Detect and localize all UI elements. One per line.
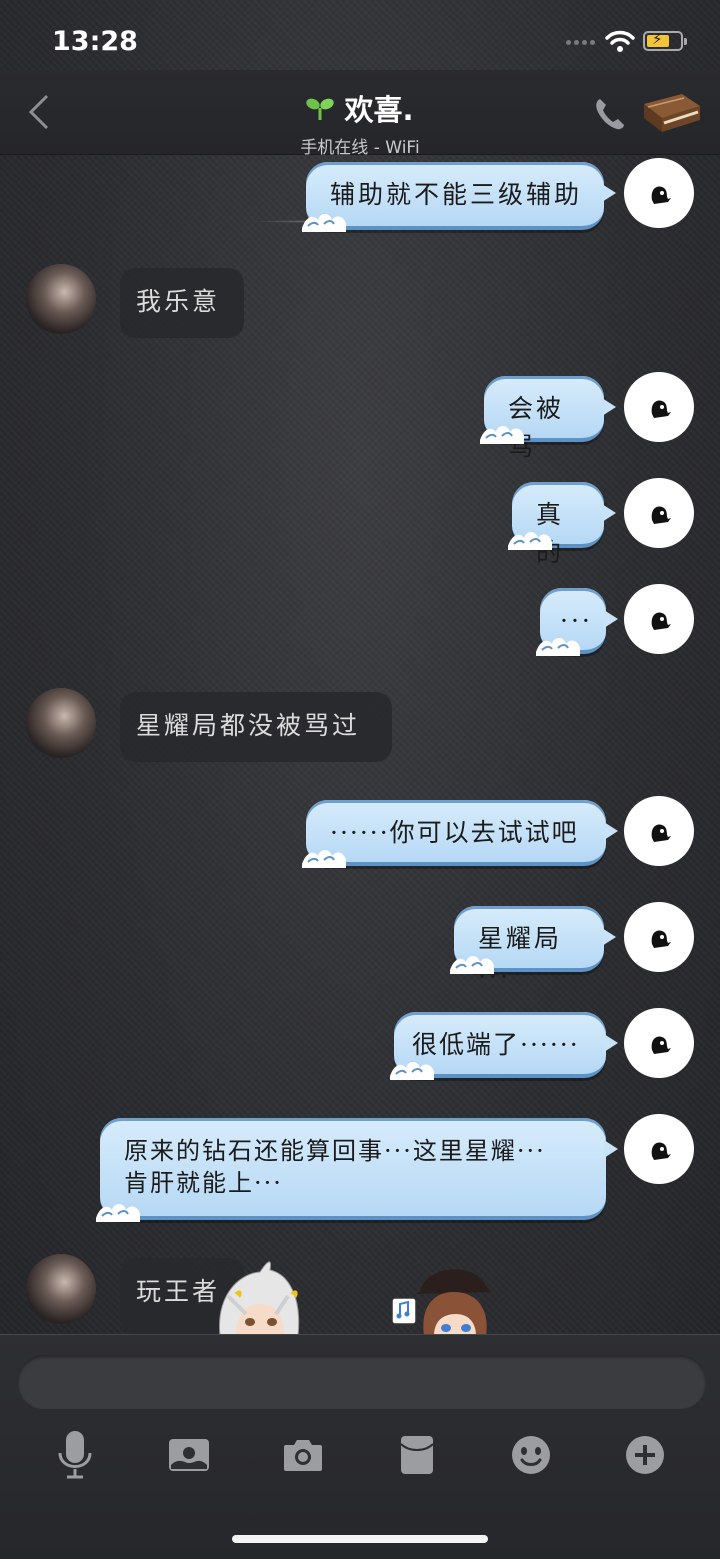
wave-decoration-icon xyxy=(480,426,524,444)
my-avatar[interactable] xyxy=(624,796,694,866)
message-text: 星耀局都没被骂过 xyxy=(136,711,361,740)
received-bubble[interactable]: 星耀局都没被骂过 xyxy=(120,692,392,762)
contact-avatar[interactable] xyxy=(26,688,96,758)
message-text: ······你可以去试试吧 xyxy=(330,818,579,847)
sent-bubble[interactable]: 真的 xyxy=(508,482,616,567)
camera-icon xyxy=(284,1440,322,1471)
sent-bubble[interactable]: ··· xyxy=(536,588,618,656)
sent-bubble[interactable]: 很低端了······ xyxy=(390,1012,618,1080)
my-avatar[interactable] xyxy=(624,584,694,654)
my-avatar[interactable] xyxy=(624,1114,694,1184)
contact-name-text: 欢喜. xyxy=(344,93,414,127)
ghost-avatar-icon xyxy=(651,400,671,418)
home-indicator[interactable] xyxy=(232,1535,488,1543)
sent-bubble[interactable]: 原来的钻石还能算回事···这里星耀··· 肯肝就能上··· xyxy=(96,1118,618,1222)
sent-bubble[interactable]: 会被骂 xyxy=(480,376,616,461)
wave-decoration-icon xyxy=(96,1204,140,1222)
sent-bubble[interactable]: 辅助就不能三级辅助 xyxy=(302,162,616,232)
wave-decoration-icon xyxy=(508,532,552,550)
profile-book-icon[interactable] xyxy=(638,90,704,136)
ghost-avatar-icon xyxy=(651,612,671,630)
wave-decoration-icon xyxy=(390,1062,434,1080)
image-icon xyxy=(169,1439,209,1471)
my-avatar[interactable] xyxy=(624,478,694,548)
contact-avatar[interactable] xyxy=(26,264,96,334)
emoji-button[interactable] xyxy=(503,1427,559,1483)
wave-decoration-icon xyxy=(450,956,494,974)
camera-button[interactable] xyxy=(275,1427,331,1483)
ghost-avatar-icon xyxy=(651,824,671,842)
phone-icon[interactable] xyxy=(594,96,626,130)
ghost-avatar-icon xyxy=(651,1142,671,1160)
message-input[interactable] xyxy=(18,1355,706,1409)
ghost-avatar-icon xyxy=(651,186,671,204)
wifi-icon xyxy=(605,30,635,52)
emoji-icon xyxy=(512,1436,550,1474)
ghost-avatar-icon xyxy=(651,1036,671,1054)
sent-bubble[interactable]: ······你可以去试试吧 xyxy=(302,800,618,868)
input-panel xyxy=(0,1334,720,1559)
wave-decoration-icon xyxy=(302,214,346,232)
contact-avatar[interactable] xyxy=(26,1254,96,1324)
contact-name[interactable]: 欢喜. xyxy=(306,87,414,129)
wave-decoration-icon xyxy=(302,850,346,868)
microphone-icon xyxy=(58,1431,92,1479)
battery-icon: ⚡ xyxy=(643,30,687,51)
received-bubble[interactable]: 我乐意 xyxy=(120,268,244,338)
ghost-avatar-icon xyxy=(651,506,671,524)
sent-bubble[interactable]: 星耀局··· xyxy=(450,906,616,991)
red-packet-button[interactable] xyxy=(389,1427,445,1483)
my-avatar[interactable] xyxy=(624,902,694,972)
voice-button[interactable] xyxy=(47,1427,103,1483)
online-status: 手机在线 - WiFi xyxy=(300,138,420,158)
my-avatar[interactable] xyxy=(624,372,694,442)
chat-header: 欢喜. 手机在线 - WiFi xyxy=(0,70,720,223)
sprout-icon xyxy=(306,98,335,120)
wave-decoration-icon xyxy=(536,638,580,656)
my-avatar[interactable] xyxy=(624,158,694,228)
red-packet-icon xyxy=(400,1436,434,1474)
message-text: 我乐意 xyxy=(136,287,221,316)
my-avatar[interactable] xyxy=(624,1008,694,1078)
plus-icon xyxy=(626,1436,664,1474)
message-text: 辅助就不能三级辅助 xyxy=(330,180,583,209)
image-button[interactable] xyxy=(161,1427,217,1483)
message-text: 很低端了······ xyxy=(412,1030,580,1059)
cell-signal-icon xyxy=(566,40,595,45)
more-button[interactable] xyxy=(617,1427,673,1483)
status-time: 13:28 xyxy=(52,26,138,57)
anime-boy-sticker-icon xyxy=(391,1269,492,1336)
anime-girl-sticker-icon xyxy=(219,1261,300,1336)
ghost-avatar-icon xyxy=(651,930,671,948)
